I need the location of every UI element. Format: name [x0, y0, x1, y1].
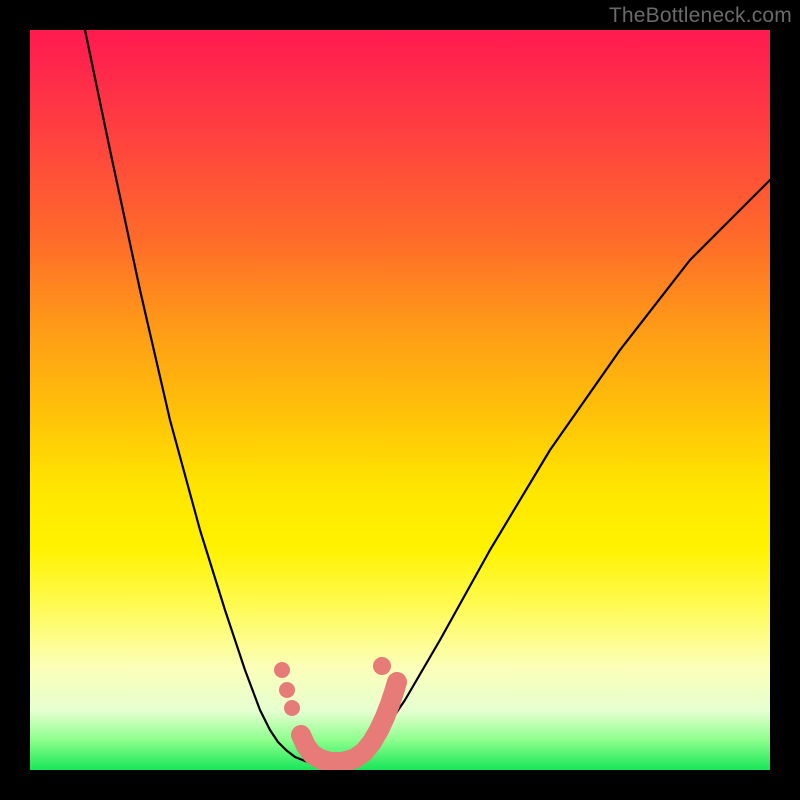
watermark-text: TheBottleneck.com	[609, 4, 792, 28]
chart-frame: TheBottleneck.com	[0, 0, 800, 800]
bottleneck-curve	[30, 30, 770, 770]
plot-area	[30, 30, 770, 770]
curve-marker	[284, 700, 300, 716]
curve-left-branch	[85, 30, 335, 766]
curve-marker	[279, 682, 295, 698]
curve-marker	[274, 662, 290, 678]
curve-marker	[373, 657, 391, 675]
valley-highlight	[301, 682, 397, 762]
